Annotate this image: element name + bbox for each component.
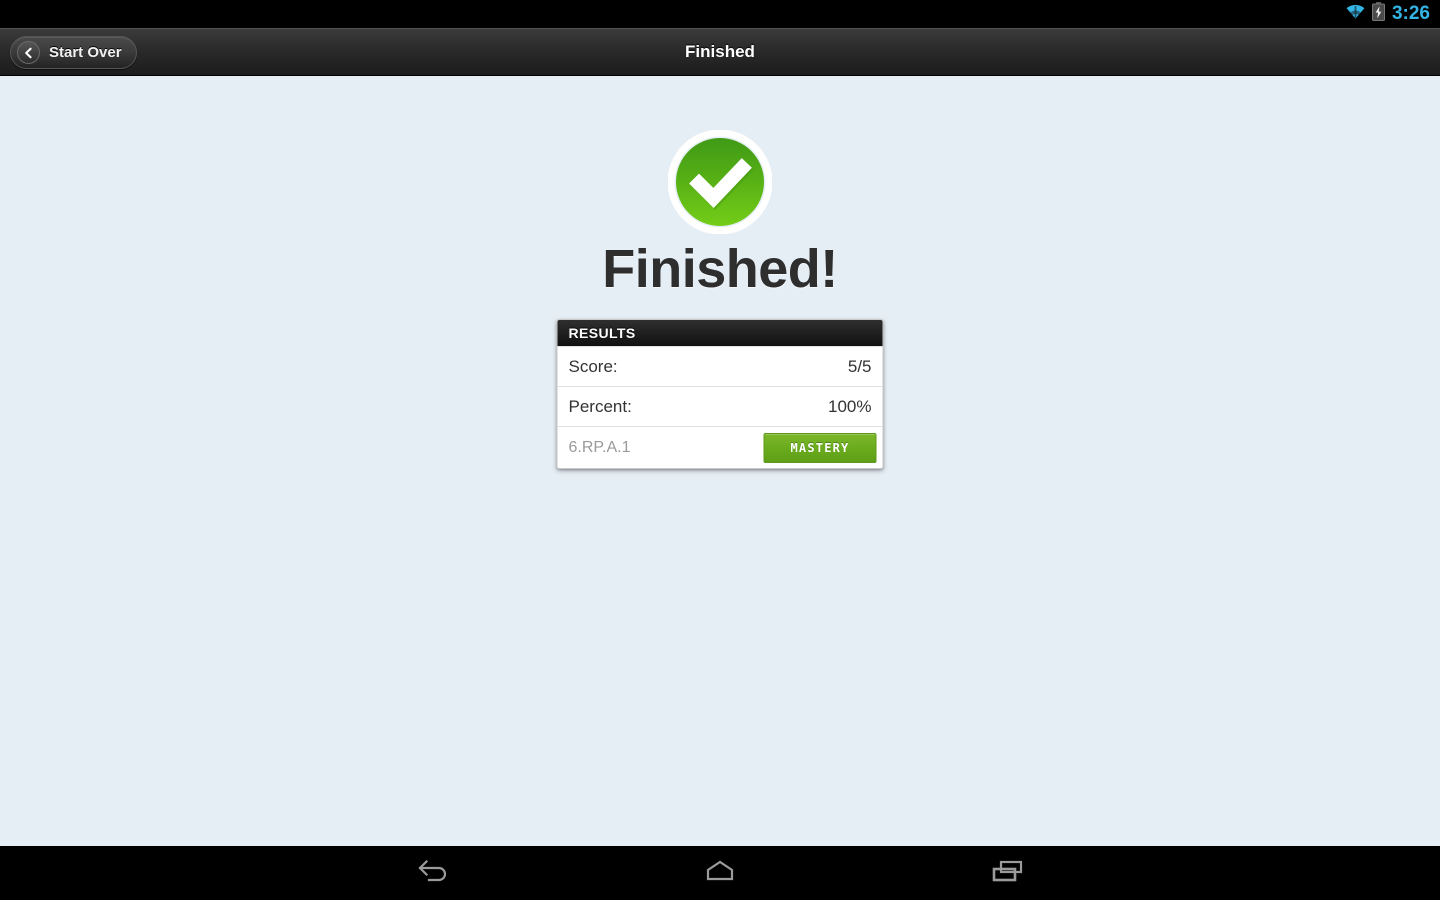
- nav-back-button[interactable]: [394, 846, 470, 900]
- status-bar-right: 3:26: [1346, 0, 1430, 28]
- results-card: RESULTS Score: 5/5 Percent: 100% 6.RP.A.…: [556, 319, 884, 469]
- nav-recents-button[interactable]: [970, 846, 1046, 900]
- percent-value: 100%: [828, 396, 872, 416]
- table-row: Score: 5/5: [557, 346, 883, 386]
- home-icon: [701, 858, 739, 889]
- main-content: Finished! RESULTS Score: 5/5 Percent: 10…: [0, 76, 1440, 846]
- score-value: 5/5: [847, 356, 872, 376]
- android-screen: 3:26 Start Over Finished Finished! RESUL…: [0, 0, 1440, 900]
- standard-code-label: 6.RP.A.1: [568, 438, 631, 456]
- score-label: Score:: [568, 356, 618, 376]
- start-over-button[interactable]: Start Over: [10, 36, 137, 69]
- action-bar: Start Over Finished: [0, 28, 1440, 76]
- percent-label: Percent:: [568, 396, 632, 416]
- status-bar-clock: 3:26: [1391, 3, 1430, 24]
- battery-charging-icon: [1371, 2, 1385, 26]
- page-title: Finished: [685, 42, 755, 61]
- results-card-header: RESULTS: [557, 320, 883, 346]
- back-icon: [413, 858, 451, 889]
- table-row: 6.RP.A.1 MASTERY: [557, 426, 883, 468]
- mastery-badge-label: MASTERY: [790, 440, 850, 455]
- table-row: Percent: 100%: [557, 386, 883, 426]
- nav-home-button[interactable]: [682, 846, 758, 900]
- start-over-label: Start Over: [49, 44, 122, 61]
- android-navigation-bar: [0, 846, 1440, 900]
- recents-icon: [989, 858, 1027, 889]
- finished-heading: Finished!: [602, 239, 838, 299]
- check-circle-icon: [667, 129, 773, 235]
- mastery-badge[interactable]: MASTERY: [763, 432, 877, 463]
- wifi-icon: [1346, 4, 1365, 24]
- chevron-left-icon: [17, 41, 40, 64]
- results-card-header-label: RESULTS: [568, 325, 636, 341]
- status-bar: 3:26: [0, 0, 1440, 28]
